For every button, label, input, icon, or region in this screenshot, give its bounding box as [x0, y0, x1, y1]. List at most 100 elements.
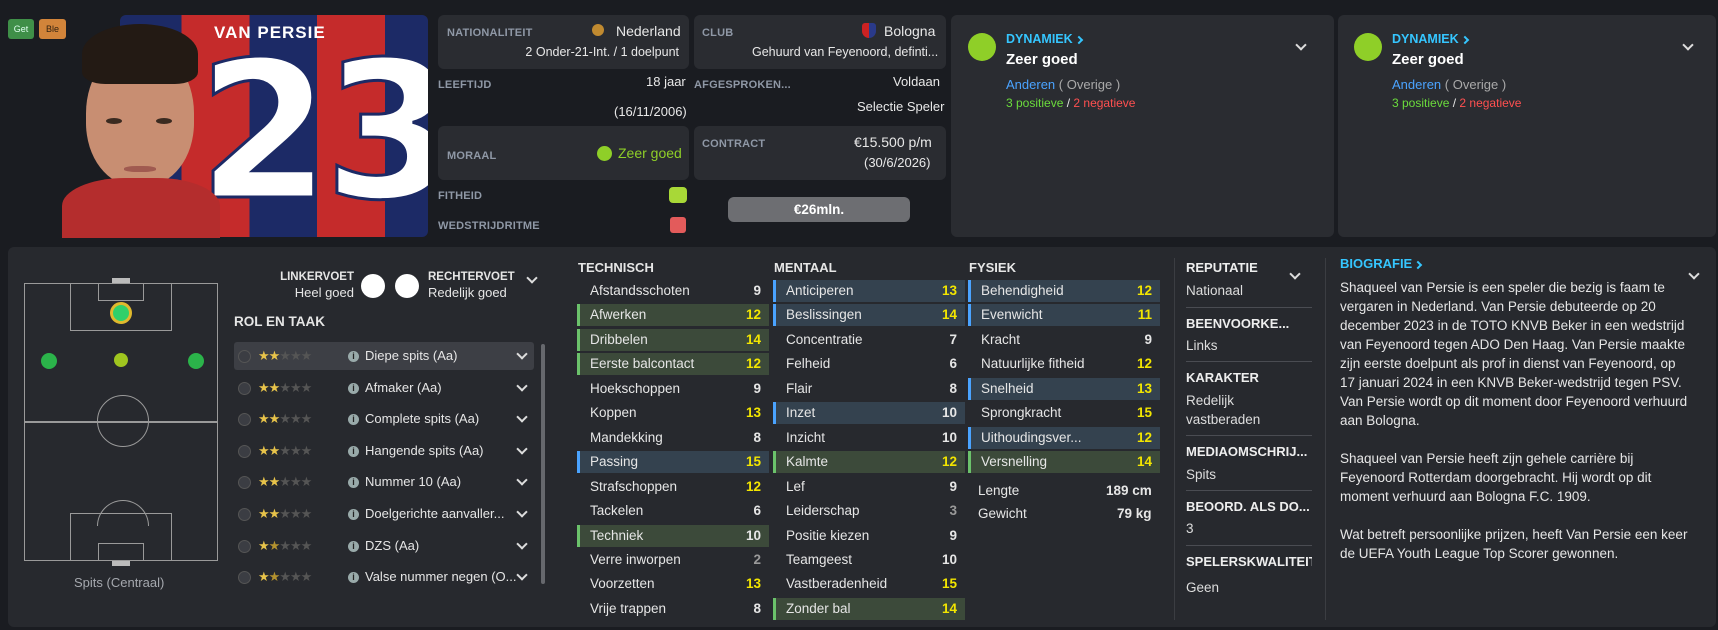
attribute-fysiek-row[interactable]: Natuurlijke fitheid 12	[968, 353, 1160, 375]
attribute-technisch-row[interactable]: Techniek 10	[577, 524, 769, 547]
reputation-label: REPUTATIE	[1186, 260, 1258, 275]
role-row[interactable]: ★★★★★ i Complete spits (Aa)	[234, 405, 534, 433]
role-row[interactable]: ★★★★★ i Diepe spits (Aa)	[234, 342, 534, 370]
roles-scrollbar[interactable]	[541, 344, 545, 584]
dynamics-title-2[interactable]: DYNAMIEK	[1392, 32, 1469, 46]
attribute-technisch-row[interactable]: Passing 15	[577, 451, 769, 474]
chevron-down-icon[interactable]	[516, 372, 528, 400]
attribute-mentaal-row[interactable]: Inzet 10	[773, 402, 965, 425]
role-radio[interactable]	[238, 508, 251, 521]
chevron-down-icon[interactable]	[516, 435, 528, 463]
height-value: 189 cm	[1106, 483, 1152, 498]
attribute-value: 13	[1136, 380, 1152, 396]
chevron-down-icon[interactable]	[516, 403, 528, 431]
attribute-mentaal-row[interactable]: Beslissingen 14	[773, 304, 965, 327]
attribute-mentaal-row[interactable]: Teamgeest 10	[773, 549, 965, 571]
role-radio[interactable]	[238, 413, 251, 427]
chevron-down-icon[interactable]	[516, 340, 528, 368]
attribute-mentaal-row[interactable]: Vastberadenheid 15	[773, 573, 965, 595]
role-row[interactable]: ★★★★★ i Afmaker (Aa)	[234, 374, 534, 402]
attribute-mentaal-row[interactable]: Zonder bal 14	[773, 597, 965, 620]
role-radio[interactable]	[238, 350, 251, 363]
role-radio[interactable]	[238, 571, 251, 585]
info-icon[interactable]: i	[348, 351, 359, 363]
info-icon[interactable]: i	[348, 382, 359, 394]
attribute-mentaal-row[interactable]: Inzicht 10	[773, 427, 965, 449]
height-label: Lengte	[978, 483, 1020, 498]
role-radio[interactable]	[238, 381, 251, 395]
info-icon[interactable]: i	[348, 540, 359, 552]
attribute-mentaal-row[interactable]: Flair 8	[773, 378, 965, 400]
attribute-name: Beslissingen	[786, 307, 862, 323]
attribute-technisch-row[interactable]: Mandekking 8	[577, 427, 769, 449]
role-radio[interactable]	[238, 539, 251, 553]
attribute-mentaal-row[interactable]: Leiderschap 3	[773, 500, 965, 522]
nationality-value[interactable]: Nederland	[616, 23, 681, 39]
attribute-value: 11	[1137, 307, 1152, 323]
attribute-fysiek-row[interactable]: Sprongkracht 15	[968, 402, 1160, 424]
attribute-mentaal-row[interactable]: Felheid 6	[773, 353, 965, 375]
role-row[interactable]: ★★★★★ i Valse nummer negen (O...	[234, 563, 534, 591]
right-foot-label: RECHTERVOET	[428, 271, 515, 283]
role-row[interactable]: ★★★★★ i Doelgerichte aanvaller...	[234, 500, 534, 528]
value-tag[interactable]: €26mln.	[728, 197, 910, 222]
role-stars: ★★★★★	[258, 442, 312, 458]
attribute-name: Evenwicht	[981, 307, 1043, 323]
attribute-mentaal-row[interactable]: Lef 9	[773, 476, 965, 498]
attribute-technisch-row[interactable]: Afstandsschoten 9	[577, 280, 769, 302]
attribute-mentaal-row[interactable]: Concentratie 7	[773, 329, 965, 351]
attribute-value: 8	[949, 380, 957, 396]
chevron-down-icon[interactable]	[516, 561, 528, 589]
club-value[interactable]: Bologna	[884, 23, 935, 39]
attribute-technisch-row[interactable]: Verre inworpen 2	[577, 549, 769, 571]
get-button[interactable]: Get	[8, 19, 34, 39]
role-radio[interactable]	[238, 476, 251, 490]
info-icon[interactable]: i	[348, 477, 359, 489]
attribute-technisch-row[interactable]: Vrije trappen 8	[577, 598, 769, 620]
feet-expand-chevron[interactable]	[526, 270, 538, 285]
technisch-title: TECHNISCH	[578, 260, 654, 275]
attribute-name: Flair	[786, 380, 813, 396]
attribute-mentaal-row[interactable]: Kalmte 12	[773, 451, 965, 474]
attribute-mentaal-row[interactable]: Positie kiezen 9	[773, 525, 965, 547]
attribute-fysiek-row[interactable]: Uithoudingsver... 12	[968, 426, 1160, 449]
info-icon[interactable]: i	[348, 572, 359, 584]
chevron-down-icon[interactable]	[516, 466, 528, 494]
role-row[interactable]: ★★★★★ i Hangende spits (Aa)	[234, 437, 534, 465]
attribute-name: Versnelling	[981, 454, 1048, 470]
attribute-fysiek-row[interactable]: Snelheid 13	[968, 377, 1160, 400]
attribute-technisch-row[interactable]: Tackelen 6	[577, 500, 769, 522]
dynamics-expand-2[interactable]	[1682, 37, 1694, 52]
attribute-technisch-row[interactable]: Afwerken 12	[577, 304, 769, 327]
right-boot-icon	[395, 274, 419, 298]
role-row[interactable]: ★★★★★ i DZS (Aa)	[234, 532, 534, 560]
dynamics-title-1[interactable]: DYNAMIEK	[1006, 32, 1083, 46]
info-icon[interactable]: i	[348, 445, 359, 457]
biography-title[interactable]: BIOGRAFIE	[1340, 256, 1423, 271]
shirt-number: 23	[196, 21, 428, 237]
birthdate-value: (16/11/2006)	[614, 104, 687, 119]
attribute-name: Dribbelen	[590, 331, 648, 347]
attribute-fysiek-row[interactable]: Evenwicht 11	[968, 304, 1160, 327]
reputation-expand[interactable]	[1289, 266, 1301, 281]
role-row[interactable]: ★★★★★ i Nummer 10 (Aa)	[234, 468, 534, 496]
attribute-technisch-row[interactable]: Hoekschoppen 9	[577, 378, 769, 400]
fysiek-title: FYSIEK	[969, 260, 1016, 275]
chevron-down-icon[interactable]	[516, 498, 528, 526]
dynamics-expand-1[interactable]	[1295, 37, 1307, 52]
chevron-down-icon[interactable]	[516, 530, 528, 558]
attribute-mentaal-row[interactable]: Anticiperen 13	[773, 280, 965, 302]
info-icon[interactable]: i	[348, 509, 359, 521]
biography-paragraph: Wat betreft persoonlijke prijzen, heeft …	[1340, 527, 1688, 561]
role-radio[interactable]	[238, 444, 251, 458]
attribute-technisch-row[interactable]: Eerste balcontact 12	[577, 353, 769, 376]
attribute-technisch-row[interactable]: Voorzetten 13	[577, 573, 769, 595]
attribute-technisch-row[interactable]: Strafschoppen 12	[577, 476, 769, 498]
attribute-technisch-row[interactable]: Dribbelen 14	[577, 328, 769, 351]
attribute-name: Sprongkracht	[981, 405, 1062, 421]
attribute-technisch-row[interactable]: Koppen 13	[577, 402, 769, 424]
attribute-fysiek-row[interactable]: Kracht 9	[968, 329, 1160, 351]
attribute-fysiek-row[interactable]: Versnelling 14	[968, 451, 1160, 474]
attribute-fysiek-row[interactable]: Behendigheid 12	[968, 280, 1160, 302]
info-icon[interactable]: i	[348, 414, 359, 426]
